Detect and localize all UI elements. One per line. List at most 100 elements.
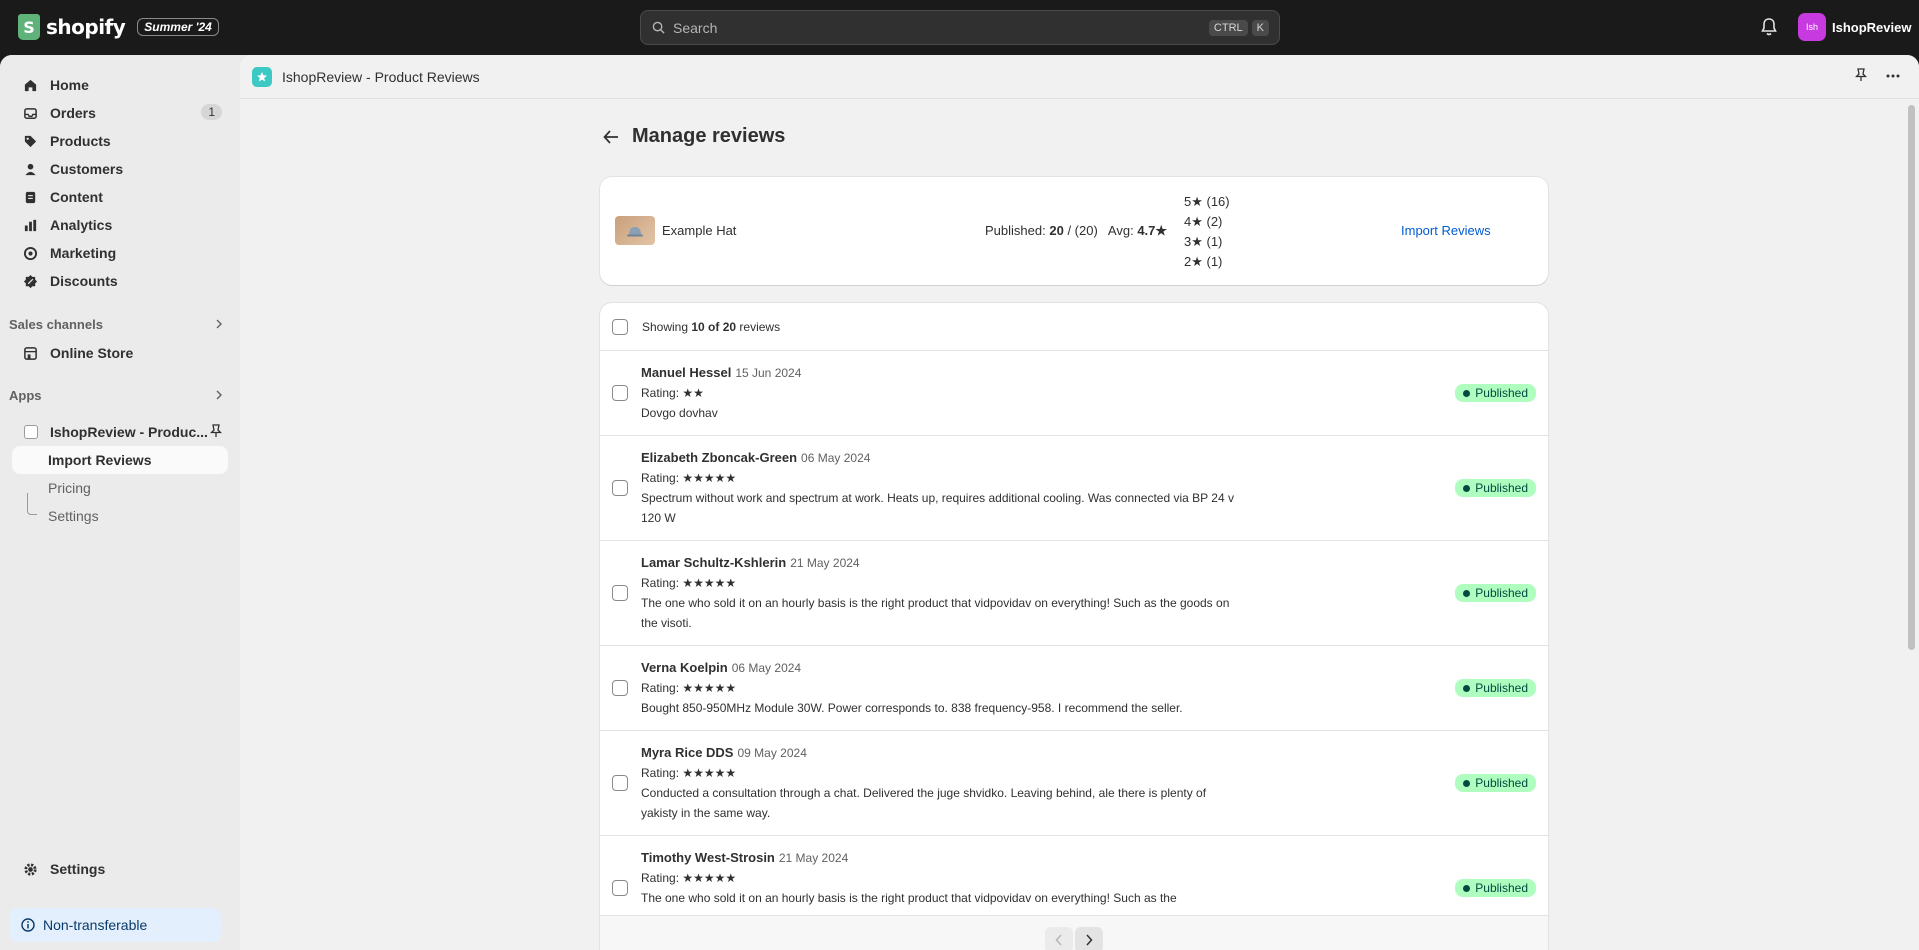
select-all-checkbox[interactable]: [612, 318, 628, 335]
gear-icon: [22, 861, 38, 877]
review-row[interactable]: Manuel Hessel 15 Jun 2024 Rating: ★★ Dovg…: [600, 351, 1548, 436]
notifications-bell-icon[interactable]: [1760, 17, 1780, 37]
review-body: Verna Koelpin 06 May 2024 Rating: ★★★★★ B…: [641, 658, 1261, 718]
status-dot: [1463, 684, 1471, 692]
status-dot: [1463, 779, 1471, 787]
sidebar-app-ishopreview[interactable]: IshopReview - Produc...: [12, 418, 228, 446]
sidebar-item-home[interactable]: Home: [12, 71, 228, 99]
status-label: Published: [1475, 481, 1528, 495]
sales-channels-header[interactable]: Sales channels: [9, 317, 223, 332]
review-checkbox[interactable]: [612, 585, 628, 601]
review-date: 06 May 2024: [731, 661, 802, 675]
showing-prefix: Showing: [642, 319, 692, 334]
review-body: Timothy West-Strosin 21 May 2024 Rating: …: [641, 848, 1241, 908]
apps-header[interactable]: Apps: [9, 388, 223, 403]
back-arrow-icon[interactable]: [600, 126, 622, 148]
showing-suffix: reviews: [736, 319, 781, 334]
sidebar-item-customers[interactable]: Customers: [12, 155, 228, 183]
sidebar-subitem-settings[interactable]: Settings: [12, 502, 228, 530]
review-date: 21 May 2024: [790, 556, 860, 570]
review-row[interactable]: Lamar Schultz-Kshlerin 21 May 2024 Rating…: [600, 541, 1548, 646]
sidebar: Home Orders 1 Products Customers Content…: [0, 55, 240, 950]
reviews-list-card: Showing 10 of 20 reviews Manuel Hessel 15…: [600, 303, 1548, 950]
sidebar-item-online-store[interactable]: Online Store: [12, 339, 228, 367]
app-title: IshopReview - Product Reviews: [282, 68, 480, 85]
published-stats: Published: 20 / (20) Avg: 4.7★: [985, 223, 1167, 239]
showing-range: 10 of 20: [691, 319, 737, 334]
sidebar-item-label: Online Store: [50, 345, 134, 361]
avatar: Ish: [1798, 13, 1826, 41]
review-row[interactable]: Verna Koelpin 06 May 2024 Rating: ★★★★★ B…: [600, 646, 1548, 731]
status-dot: [1463, 884, 1471, 892]
scrollbar[interactable]: [1908, 105, 1915, 650]
sidebar-item-marketing[interactable]: Marketing: [12, 239, 228, 267]
status-label: Published: [1475, 881, 1528, 895]
non-transferable-label: Non-transferable: [43, 917, 148, 933]
search-input[interactable]: [673, 19, 1205, 36]
previous-page-button[interactable]: [1045, 926, 1073, 950]
top-bar: S shopify Summer '24 CTRL K Ish IshopRev…: [0, 0, 1919, 55]
review-row[interactable]: Elizabeth Zboncak-Green 06 May 2024 Ratin…: [600, 436, 1548, 541]
review-body: Myra Rice DDS 09 May 2024 Rating: ★★★★★ C…: [641, 743, 1241, 823]
sidebar-item-analytics[interactable]: Analytics: [12, 211, 228, 239]
review-checkbox[interactable]: [612, 775, 628, 791]
sidebar-subitem-import-reviews[interactable]: Import Reviews: [12, 446, 228, 474]
status-badge: Published: [1455, 679, 1536, 697]
shopify-logo[interactable]: S shopify Summer '24: [18, 14, 219, 40]
person-icon: [22, 161, 38, 177]
app-logo-icon: [252, 66, 272, 87]
rating-5-count: 5★ (16): [1184, 194, 1230, 209]
avg-rating: 4.7★: [1137, 223, 1168, 238]
shopify-bag-icon: S: [18, 14, 40, 40]
sidebar-item-discounts[interactable]: Discounts: [12, 267, 228, 295]
review-text: Spectrum without work and spectrum at wo…: [641, 491, 1234, 525]
edition-badge[interactable]: Summer '24: [137, 18, 219, 36]
pagination: [600, 915, 1548, 950]
search-icon: [651, 21, 665, 35]
tag-icon: [22, 133, 38, 149]
review-checkbox[interactable]: [612, 480, 628, 496]
next-page-button[interactable]: [1075, 926, 1103, 950]
status-badge: Published: [1455, 584, 1536, 602]
reviewer-name: Lamar Schultz-Kshlerin: [641, 555, 787, 570]
sidebar-item-products[interactable]: Products: [12, 127, 228, 155]
status-badge: Published: [1455, 384, 1536, 402]
sidebar-item-label: Import Reviews: [48, 452, 152, 468]
search-bar[interactable]: CTRL K: [640, 10, 1280, 45]
review-body: Elizabeth Zboncak-Green 06 May 2024 Ratin…: [641, 448, 1241, 528]
app-icon: [24, 425, 38, 439]
sidebar-item-label: Settings: [50, 861, 106, 877]
sidebar-item-label: Discounts: [50, 273, 118, 289]
sidebar-item-orders[interactable]: Orders 1: [12, 99, 228, 127]
home-icon: [22, 77, 38, 93]
sidebar-item-label: Analytics: [50, 217, 113, 233]
review-row[interactable]: Myra Rice DDS 09 May 2024 Rating: ★★★★★ C…: [600, 731, 1548, 836]
review-date: 09 May 2024: [737, 746, 807, 760]
review-text: Dovgo dovhav: [641, 406, 718, 420]
status-label: Published: [1475, 681, 1528, 695]
review-checkbox[interactable]: [612, 385, 628, 401]
reviewer-name: Elizabeth Zboncak-Green: [641, 450, 798, 465]
review-checkbox[interactable]: [612, 880, 628, 896]
inbox-icon: [22, 105, 38, 121]
review-rating: Rating: ★★★★★: [641, 871, 737, 885]
sidebar-item-settings[interactable]: Settings: [12, 855, 228, 883]
section-label: Sales channels: [9, 317, 103, 332]
sidebar-item-content[interactable]: Content: [12, 183, 228, 211]
showing-count: Showing 10 of 20 reviews: [642, 320, 780, 334]
store-icon: [22, 345, 38, 361]
sidebar-item-label: Home: [50, 77, 89, 93]
review-checkbox[interactable]: [612, 680, 628, 696]
sidebar-subitem-pricing[interactable]: Pricing: [12, 474, 228, 502]
sidebar-item-label: IshopReview - Produc...: [50, 424, 208, 440]
product-summary-card: Example Hat Published: 20 / (20) Avg: 4.…: [600, 177, 1548, 285]
status-badge: Published: [1455, 879, 1536, 897]
reviewer-name: Timothy West-Strosin: [641, 850, 775, 865]
non-transferable-banner[interactable]: Non-transferable: [9, 908, 221, 942]
pin-icon[interactable]: [209, 424, 223, 441]
import-reviews-link[interactable]: Import Reviews: [1401, 223, 1491, 238]
pin-icon[interactable]: [1854, 68, 1868, 85]
page-title: Manage reviews: [632, 125, 786, 147]
more-actions-icon[interactable]: [1885, 68, 1901, 87]
store-account-button[interactable]: Ish IshopReview: [1798, 13, 1911, 41]
